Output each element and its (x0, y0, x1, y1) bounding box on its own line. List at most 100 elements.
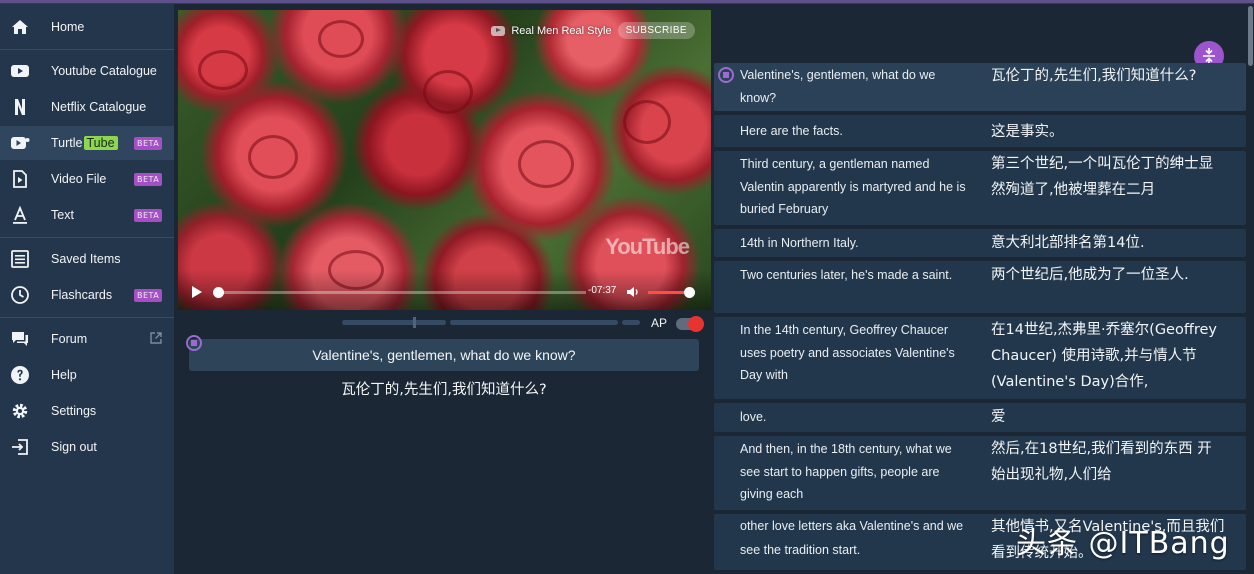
transcript-en: other love letters aka Valentine's and w… (740, 519, 964, 557)
home-icon (12, 20, 28, 34)
transcript-row[interactable]: Two centuries later, he's made a saint. … (714, 261, 1246, 313)
forum-icon (12, 332, 28, 346)
sidebar-item-home[interactable]: Home (0, 10, 174, 44)
transcript-row[interactable]: Third century, a gentleman named Valenti… (714, 151, 1246, 225)
volume-level (648, 291, 690, 294)
netflix-icon (15, 99, 25, 115)
video-controls: -07:37 (178, 270, 711, 310)
sidebar-item-help[interactable]: Help (0, 358, 174, 392)
top-accent-line (0, 0, 1254, 3)
tube-badge: Tube (83, 136, 118, 150)
sidebar-item-label: Saved Items (51, 252, 121, 266)
subscribe-button[interactable]: SUBSCRIBE (617, 22, 695, 39)
transcript-en: In the 14th century, Geoffrey Chaucer us… (740, 323, 955, 382)
playback-track-end[interactable] (622, 320, 640, 325)
current-subtitle-en[interactable]: Valentine's, gentlemen, what do we know? (189, 339, 699, 371)
sidebar-item-youtube-catalogue[interactable]: Youtube Catalogue (0, 54, 174, 88)
play-icon[interactable] (192, 286, 202, 298)
sidebar-item-label: Youtube Catalogue (51, 64, 157, 78)
transcript-en: Two centuries later, he's made a saint. (740, 268, 953, 282)
time-remaining: -07:37 (588, 285, 617, 296)
help-icon (11, 366, 29, 384)
sidebar-item-label: Flashcards (51, 288, 113, 302)
sidebar-item-settings[interactable]: Settings (0, 394, 174, 428)
transcript-row[interactable]: Here are the facts. 这是事实。 (714, 115, 1246, 147)
transcript-en: Valentine's, gentlemen, what do we know? (740, 68, 936, 105)
beta-badge: BETA (134, 208, 163, 222)
rose-petal (518, 140, 574, 188)
current-line-marker-icon[interactable] (186, 335, 202, 351)
transcript-en: 14th in Northern Italy. (740, 236, 859, 250)
line-marker-icon[interactable] (718, 67, 734, 83)
sidebar-item-label: Forum (51, 332, 88, 346)
autopause-knob (688, 316, 704, 332)
transcript-en: Third century, a gentleman named Valenti… (740, 157, 966, 216)
channel-info[interactable]: Real Men Real Style SUBSCRIBE (491, 22, 695, 39)
transcript-zh: 这是事实。 (991, 124, 1064, 140)
transcript-scrollbar[interactable] (1247, 4, 1254, 574)
external-link-icon (150, 332, 162, 344)
divider (0, 237, 174, 238)
beta-badge: BETA (134, 288, 163, 302)
volume-handle[interactable] (684, 287, 696, 298)
rose-petal (318, 20, 364, 58)
divider (0, 49, 174, 50)
transcript-en: And then, in the 18th century, what we s… (740, 442, 952, 501)
youtube-watermark: YouTube (605, 234, 690, 259)
scroll-thumb[interactable] (1248, 6, 1253, 66)
beta-badge: BETA (134, 172, 163, 186)
sidebar-item-label: Help (51, 368, 77, 382)
volume-slider[interactable] (648, 287, 696, 298)
autopause-label: AP (651, 316, 668, 330)
transcript-row[interactable]: In the 14th century, Geoffrey Chaucer us… (714, 317, 1246, 399)
sidebar-item-flashcards[interactable]: Flashcards BETA (0, 278, 174, 312)
transcript-zh: 在14世纪,杰弗里·乔塞尔(Geoffrey Chaucer) 使用诗歌,并与情… (991, 322, 1217, 390)
sidebar-item-label: Home (51, 20, 85, 34)
transcript-en: love. (740, 410, 767, 424)
transcript-en: Here are the facts. (740, 124, 843, 138)
sidebar-item-label: Netflix Catalogue (51, 100, 147, 114)
sidebar-item-label: Text (51, 208, 74, 222)
sidebar-item-forum[interactable]: Forum (0, 322, 174, 356)
sign-out-icon (12, 439, 28, 455)
turtle-text: Turtle (51, 136, 83, 150)
seek-bar[interactable] (213, 287, 586, 298)
video-player[interactable]: Real Men Real Style SUBSCRIBE YouTube -0… (178, 10, 711, 310)
sidebar-item-video-file[interactable]: Video File BETA (0, 162, 174, 196)
video-file-icon (13, 170, 27, 188)
transcript-row[interactable]: And then, in the 18th century, what we s… (714, 436, 1246, 510)
current-subtitle-zh[interactable]: 瓦伦丁的,先生们,我们知道什么? (189, 378, 699, 399)
transcript-zh: 第三个世纪,一个叫瓦伦丁的绅士显然殉道了,他被埋葬在二月 (991, 156, 1214, 198)
sidebar-item-text[interactable]: Text BETA (0, 198, 174, 232)
transcript-row[interactable]: love. 爱 (714, 403, 1246, 432)
transcript-zh: 然后,在18世纪,我们看到的东西 开始出现礼物,人们给 (991, 441, 1212, 483)
playback-track-left[interactable] (342, 320, 446, 325)
channel-name[interactable]: Real Men Real Style (511, 25, 611, 37)
rose-petal (623, 100, 671, 144)
transcript-row[interactable]: 14th in Northern Italy. 意大利北部排名第14位. (714, 229, 1246, 257)
list-icon (11, 250, 29, 268)
transcript-row[interactable]: Valentine's, gentlemen, what do we know?… (714, 63, 1246, 111)
autopause-toggle[interactable] (676, 316, 704, 332)
sidebar-item-label: Turtle Tube (51, 136, 118, 150)
playback-track-right[interactable] (450, 320, 618, 325)
sidebar-item-saved-items[interactable]: Saved Items (0, 242, 174, 276)
sidebar-item-turtletube[interactable]: Turtle Tube BETA (0, 126, 174, 160)
sidebar-item-netflix-catalogue[interactable]: Netflix Catalogue (0, 90, 174, 124)
seek-handle[interactable] (213, 287, 224, 298)
sidebar-item-sign-out[interactable]: Sign out (0, 430, 174, 464)
turtletube-icon (11, 137, 30, 149)
rose-petal (248, 135, 298, 179)
text-icon (13, 205, 27, 224)
transcript-panel: Valentine's, gentlemen, what do we know?… (714, 4, 1246, 574)
rose-petal (423, 70, 473, 114)
volume-icon[interactable] (626, 286, 640, 298)
playback-notch[interactable] (413, 317, 416, 328)
sidebar-item-label: Video File (51, 172, 107, 186)
transcript-zh: 爱 (991, 409, 1006, 425)
transcript-zh: 意大利北部排名第14位. (991, 235, 1145, 251)
transcript-zh: 瓦伦丁的,先生们,我们知道什么? (991, 68, 1197, 84)
transcript-zh: 两个世纪后,他成为了一位圣人. (991, 267, 1189, 283)
toutiao-watermark: 头条 @ITBang (1016, 526, 1230, 561)
clock-icon (11, 286, 29, 304)
